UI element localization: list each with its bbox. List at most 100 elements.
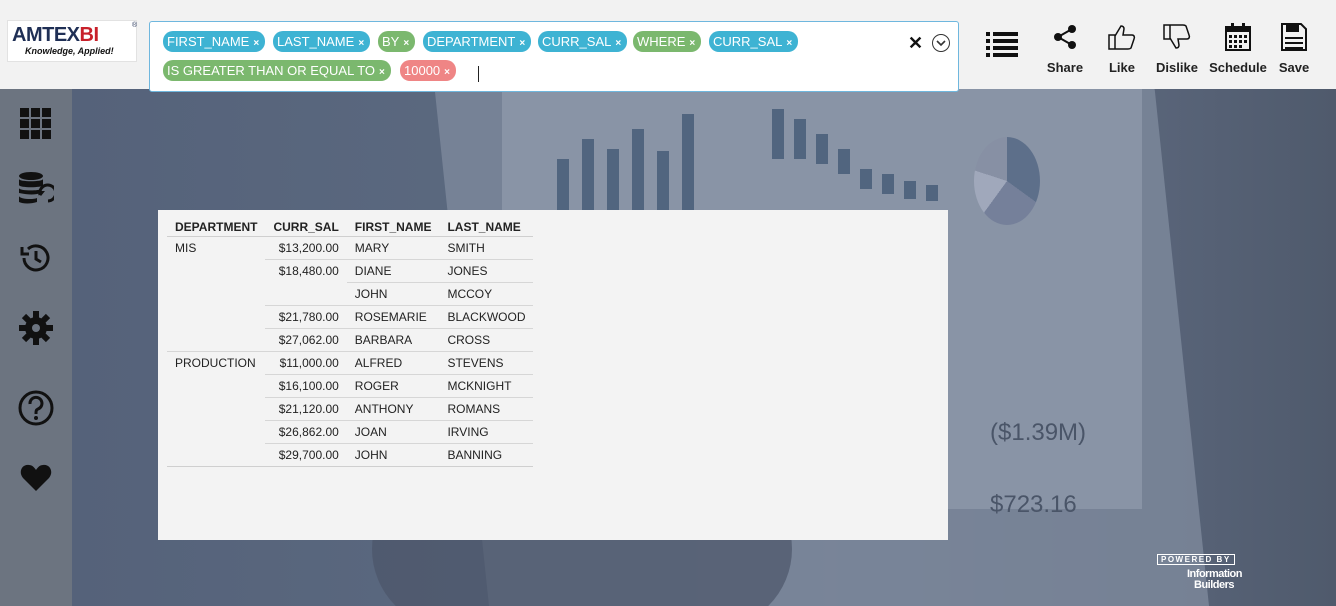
database-refresh-icon[interactable] — [17, 169, 55, 207]
cell-salary: $16,100.00 — [265, 374, 347, 398]
cell-first-name: JOHN — [346, 443, 440, 467]
table-header-row: DEPARTMENT CURR_SAL FIRST_NAME LAST_NAME — [167, 218, 534, 237]
cell-department — [167, 374, 265, 397]
token-label: 10000 — [404, 63, 441, 78]
save-button[interactable]: Save — [1262, 22, 1326, 78]
gear-icon[interactable] — [17, 309, 55, 347]
background-kpi-2: $723.16 — [990, 491, 1077, 518]
token-label: FIRST_NAME — [167, 34, 250, 49]
table-row: JOHN MCCOY — [167, 282, 534, 306]
cell-department: MIS — [175, 240, 197, 255]
cell-department — [167, 443, 266, 467]
background-bar — [772, 109, 784, 159]
query-token[interactable]: IS GREATER THAN OR EQUAL TO × — [163, 60, 391, 81]
query-token[interactable]: FIRST_NAME × — [163, 31, 266, 54]
query-input[interactable]: FIRST_NAME × LAST_NAME × BY × DEPARTMENT × C… — [149, 21, 959, 92]
query-token[interactable]: CURR_SAL × — [709, 31, 799, 54]
dislike-label: Dislike — [1156, 60, 1198, 75]
query-token[interactable]: WHERE × — [633, 31, 702, 54]
column-header: LAST_NAME — [439, 218, 534, 237]
token-label: CURR_SAL — [713, 34, 783, 49]
heart-icon[interactable] — [17, 459, 55, 497]
calendar-icon — [1206, 22, 1270, 52]
remove-token-icon[interactable]: × — [519, 33, 525, 54]
cell-department — [167, 282, 265, 305]
remove-token-icon[interactable]: × — [379, 62, 385, 83]
remove-token-icon[interactable]: × — [358, 33, 364, 54]
query-token[interactable]: BY × — [378, 31, 416, 54]
token-label: WHERE — [637, 34, 686, 49]
cell-salary: $13,200.00 — [265, 236, 347, 260]
floppy-disk-icon — [1262, 22, 1326, 52]
remove-token-icon[interactable]: × — [444, 62, 450, 83]
query-token[interactable]: 10000 × — [400, 60, 456, 81]
cell-last-name: MCCOY — [439, 282, 534, 306]
table-row: $29,700.00 JOHN BANNING — [167, 443, 534, 467]
cell-department — [167, 305, 265, 328]
column-header: CURR_SAL — [265, 218, 347, 237]
save-label: Save — [1278, 60, 1310, 75]
token-label: DEPARTMENT — [427, 34, 516, 49]
cell-first-name: ALFRED — [346, 351, 440, 375]
cell-salary: $21,120.00 — [265, 397, 347, 421]
background-bar — [838, 149, 850, 174]
remove-token-icon[interactable]: × — [253, 33, 259, 54]
column-header: FIRST_NAME — [346, 218, 440, 237]
cell-last-name: IRVING — [439, 420, 534, 444]
cell-last-name: BLACKWOOD — [439, 305, 534, 329]
cell-last-name: ROMANS — [439, 397, 534, 421]
remove-token-icon[interactable]: × — [786, 33, 792, 54]
logo-suffix: BI — [79, 24, 100, 46]
help-icon[interactable] — [17, 389, 55, 427]
table-row: PRODUCTION $11,000.00 ALFRED STEVENS — [167, 351, 534, 375]
table-row: $18,480.00 DIANE JONES — [167, 259, 534, 283]
cell-department — [167, 397, 265, 420]
clear-query-icon[interactable]: ✕ — [908, 33, 923, 54]
table-row: MIS $13,200.00 MARY SMITH — [167, 236, 534, 260]
cell-salary: $11,000.00 — [265, 351, 347, 375]
background-bar — [926, 185, 938, 201]
cell-first-name: JOAN — [346, 420, 440, 444]
sidebar — [0, 89, 72, 606]
vendor-name-line2: Builders — [1194, 579, 1235, 591]
report-table: DEPARTMENT CURR_SAL FIRST_NAME LAST_NAME… — [167, 218, 534, 467]
cell-last-name: BANNING — [439, 443, 534, 467]
remove-token-icon[interactable]: × — [615, 33, 621, 54]
background-pie — [974, 137, 1040, 225]
share-button[interactable]: Share — [1033, 22, 1097, 78]
query-token[interactable]: DEPARTMENT × — [423, 31, 532, 54]
list-menu-icon[interactable] — [986, 30, 1018, 60]
grid-icon[interactable] — [17, 105, 55, 143]
token-label: CURR_SAL — [542, 34, 612, 49]
remove-token-icon[interactable]: × — [403, 33, 409, 54]
query-token[interactable]: CURR_SAL × — [538, 31, 628, 54]
cell-first-name: ANTHONY — [346, 397, 440, 421]
share-icon — [1033, 22, 1097, 52]
cell-first-name: JOHN — [346, 282, 440, 306]
top-bar: AMTEXBI ® Knowledge, Applied! FIRST_NAME… — [0, 0, 1336, 92]
remove-token-icon[interactable]: × — [689, 33, 695, 54]
token-label: IS GREATER THAN OR EQUAL TO — [167, 63, 376, 78]
background-bar — [904, 181, 916, 199]
cell-first-name: DIANE — [346, 259, 440, 283]
query-token[interactable]: LAST_NAME × — [273, 31, 371, 54]
logo-prefix: AMTEX — [12, 24, 80, 46]
token-label: BY — [382, 34, 400, 49]
history-icon[interactable] — [17, 239, 55, 277]
cell-last-name: CROSS — [439, 328, 534, 352]
cell-salary: $18,480.00 — [278, 263, 339, 278]
cell-last-name: JONES — [439, 259, 534, 283]
schedule-button[interactable]: Schedule — [1206, 22, 1270, 78]
brand-logo[interactable]: AMTEXBI ® Knowledge, Applied! — [7, 20, 137, 62]
cell-first-name: BARBARA — [346, 328, 440, 352]
logo-wordmark: AMTEXBI — [12, 24, 99, 47]
chevron-down-icon[interactable] — [932, 34, 950, 52]
dislike-button[interactable]: Dislike — [1145, 22, 1209, 78]
cell-first-name: ROGER — [346, 374, 440, 398]
cell-department — [167, 328, 266, 352]
cell-last-name: MCKNIGHT — [439, 374, 534, 398]
powered-by-logo: POWERED BY Information Builders — [1157, 549, 1252, 591]
cell-department — [167, 420, 265, 443]
column-header: DEPARTMENT — [167, 218, 266, 237]
cell-salary: $26,862.00 — [265, 420, 347, 444]
